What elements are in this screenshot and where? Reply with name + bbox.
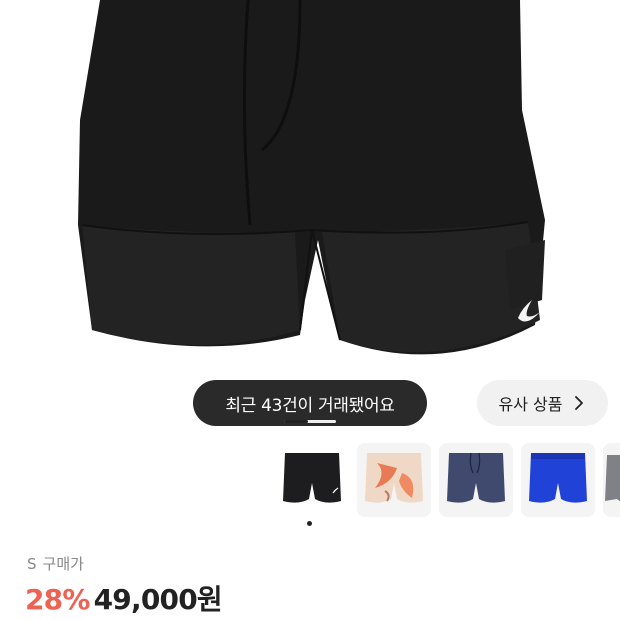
navy-shorts-thumb-icon bbox=[439, 443, 513, 517]
thumbnail-page-dot bbox=[307, 521, 312, 526]
discount-rate: 28% bbox=[25, 583, 90, 616]
blue-shorts-thumb-icon bbox=[521, 443, 595, 517]
grey-shorts-thumb-icon bbox=[603, 443, 620, 517]
image-progress-active bbox=[284, 420, 308, 423]
thumbnail-floral-shorts[interactable] bbox=[357, 443, 431, 517]
price-line: 28% 49,000원 bbox=[25, 578, 223, 618]
thumbnail-grey-shorts[interactable] bbox=[603, 443, 620, 517]
size-label: S bbox=[27, 555, 37, 573]
product-price: 49,000원 bbox=[93, 583, 223, 616]
black-shorts-thumb-icon bbox=[275, 443, 349, 517]
similar-products-label: 유사 상품 bbox=[498, 395, 563, 414]
image-progress-indicator bbox=[284, 420, 336, 423]
recent-trades-label: 최근 43건이 거래됐어요 bbox=[225, 395, 395, 416]
floral-shorts-thumb-icon bbox=[357, 443, 431, 517]
product-image[interactable] bbox=[0, 0, 620, 400]
buy-price-label: 구매가 bbox=[42, 555, 84, 573]
similar-products-button[interactable]: 유사 상품 bbox=[477, 380, 608, 426]
shorts-photo bbox=[78, 0, 545, 355]
thumbnail-black-shorts[interactable] bbox=[275, 443, 349, 517]
size-price-caption: S 구매가 bbox=[27, 553, 84, 574]
thumbnail-blue-shorts[interactable] bbox=[521, 443, 595, 517]
thumbnail-navy-shorts[interactable] bbox=[439, 443, 513, 517]
chevron-right-icon bbox=[575, 396, 584, 410]
